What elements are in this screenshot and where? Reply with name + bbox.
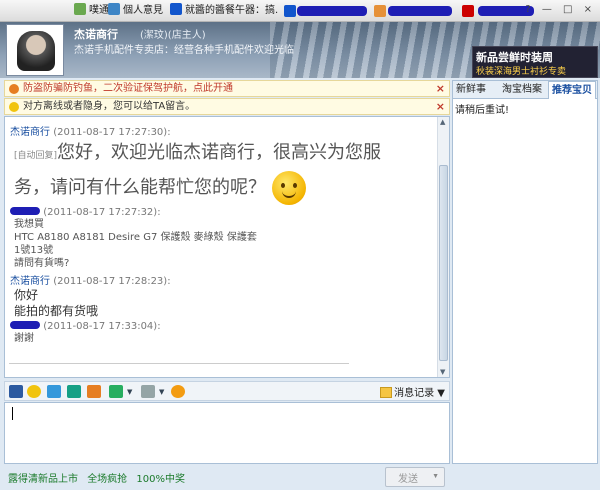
- chat-history[interactable]: 杰诺商行 (2011-08-17 17:27:30): [自动回复]您好，欢迎光…: [4, 116, 450, 378]
- message-body: [自动回复]您好，欢迎光临杰诺商行，很高兴为您服 务，请问有什么能帮忙您的呢？: [14, 138, 437, 205]
- history-icon: [380, 387, 393, 398]
- image-icon[interactable]: [67, 385, 81, 398]
- scroll-down-icon[interactable]: ▼: [440, 368, 445, 376]
- clipboard-icon[interactable]: [141, 385, 155, 398]
- shop-tag: (潔玟)(店主人): [140, 30, 206, 41]
- send-button[interactable]: 发送 ▼: [385, 467, 445, 487]
- footer-bar: 露得清新品上市 全场疯抢 100%中奖 发送 ▼: [0, 464, 600, 490]
- sender-name[interactable]: 杰诺商行: [10, 276, 50, 287]
- chevron-down-icon[interactable]: ▼: [127, 388, 132, 396]
- close-icon[interactable]: ×: [436, 99, 445, 114]
- window-controls[interactable]: ? — □ ×: [525, 4, 596, 15]
- right-panel: 新鲜事 淘宝档案 推荐宝贝 请稍后重试!: [452, 80, 598, 464]
- message-time: (2011-08-17 17:27:30):: [53, 127, 171, 138]
- ad-title: 新品尝鲜时装周: [476, 51, 553, 64]
- text-caret: [12, 407, 13, 420]
- scroll-up-icon[interactable]: ▲: [440, 118, 445, 126]
- plurk-icon: [74, 3, 86, 15]
- scrollbar-thumb[interactable]: [439, 165, 448, 361]
- shop-signature: 杰诺手机配件专卖店：经营各种手机配件欢迎光临: [74, 45, 294, 56]
- promo-links: 露得清新品上市 全场疯抢 100%中奖: [8, 470, 191, 485]
- smiley-emoticon-icon: [271, 171, 306, 205]
- right-panel-message: 请稍后重试!: [455, 105, 510, 116]
- red-r-icon: [462, 5, 474, 17]
- message-list: 杰诺商行 (2011-08-17 17:27:30): [自动回复]您好，欢迎光…: [5, 117, 437, 377]
- redacted-sender-name: [10, 207, 40, 215]
- ad-banner[interactable]: 新品尝鲜时装周 秋装深海男士衬衫专卖: [472, 46, 598, 78]
- offline-notice-text: 对方离线或者隐身，您可以给TA留言。: [23, 101, 196, 112]
- message-time: (2011-08-17 17:28:23):: [53, 276, 171, 287]
- offline-notice: 对方离线或者隐身，您可以给TA留言。 ×: [4, 98, 450, 115]
- message-input-box[interactable]: [4, 402, 450, 464]
- shield-icon: [9, 84, 19, 94]
- chat-header: 杰诺商行 (潔玟)(店主人) 杰诺手机配件专卖店：经营各种手机配件欢迎光临 新品…: [0, 22, 600, 78]
- redacted-tab: [388, 6, 452, 16]
- redacted-sender-name: [10, 321, 40, 329]
- blog-icon: [170, 3, 182, 15]
- promo-link[interactable]: 全场疯抢: [87, 474, 127, 485]
- taskbar-tab-blog[interactable]: 就醬的醬餐午器：搞...: [170, 3, 278, 19]
- message-header: 杰诺商行 (2011-08-17 17:28:23):: [10, 272, 437, 287]
- picture-icon[interactable]: [109, 385, 123, 398]
- redacted-tab: [297, 6, 367, 16]
- auto-reply-tag: [自动回复]: [14, 151, 58, 161]
- message-header: (2011-08-17 17:33:04):: [10, 321, 437, 332]
- security-notice-text[interactable]: 防盗防骗防钓鱼，二次验证保驾护航，点此开通: [23, 83, 233, 94]
- message-time: (2011-08-17 17:33:04):: [43, 321, 161, 332]
- promo-link[interactable]: 100%中奖: [136, 474, 185, 485]
- chat-scrollbar[interactable]: ▲ ▼: [437, 117, 449, 377]
- ad-subtitle: 秋装深海男士衬衫专卖: [476, 67, 567, 77]
- browser-taskbar: 噗通™ 個人意見 就醬的醬餐午器：搞... ? — □ ×: [0, 0, 600, 22]
- page-icon: [374, 5, 386, 17]
- tab-taobao-profile[interactable]: 淘宝档案: [499, 81, 545, 99]
- tab-news[interactable]: 新鲜事: [453, 81, 489, 99]
- avatar[interactable]: [6, 24, 64, 76]
- page-icon: [108, 3, 120, 15]
- message-body: 你好 能拍的都有货哦: [14, 288, 99, 318]
- chevron-down-icon[interactable]: ▼: [432, 473, 439, 480]
- gift-icon[interactable]: [171, 385, 185, 398]
- screenshot-icon[interactable]: [87, 385, 101, 398]
- input-toolbar: ▼ ▼ 消息记录 ▼: [4, 381, 450, 401]
- message-input[interactable]: [5, 403, 449, 463]
- tab-recommended[interactable]: 推荐宝贝: [548, 81, 596, 99]
- sender-name[interactable]: 杰诺商行: [10, 127, 50, 138]
- shake-icon[interactable]: [47, 385, 61, 398]
- promo-link[interactable]: 露得清新品上市: [8, 474, 78, 485]
- message-history-button[interactable]: 消息记录 ▼: [380, 384, 445, 399]
- security-notice[interactable]: 防盗防骗防钓鱼，二次验证保驾护航，点此开通 ×: [4, 80, 450, 97]
- message-body: 謝謝: [14, 333, 34, 344]
- shop-name[interactable]: 杰诺商行: [74, 26, 118, 42]
- emoticon-icon[interactable]: [27, 385, 41, 398]
- message-time: (2011-08-17 17:27:32):: [43, 207, 161, 218]
- lightbulb-icon: [9, 102, 19, 112]
- font-icon[interactable]: [9, 385, 23, 398]
- divider: [9, 363, 349, 364]
- message-header: 杰诺商行 (2011-08-17 17:27:30):: [10, 123, 437, 138]
- chevron-down-icon[interactable]: ▼: [159, 388, 164, 396]
- message-header: (2011-08-17 17:27:32):: [10, 207, 437, 218]
- close-icon[interactable]: ×: [436, 81, 445, 96]
- right-panel-tabs: 新鲜事 淘宝档案 推荐宝贝: [453, 81, 597, 99]
- message-body: 我想買 HTC A8180 A8181 Desire G7 保護殼 麥綠殼 保護…: [14, 219, 257, 269]
- avatar-image: [17, 31, 55, 71]
- page-icon: [284, 5, 296, 17]
